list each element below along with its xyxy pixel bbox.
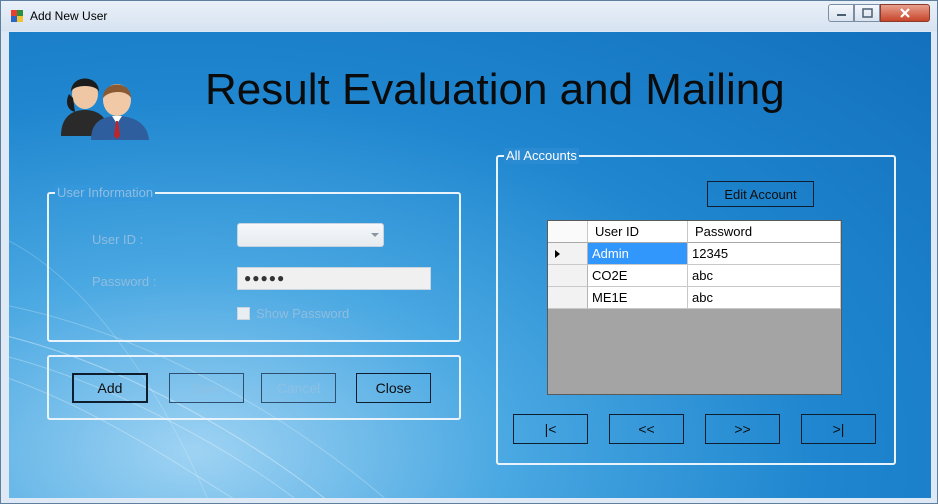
cell-password[interactable]: abc <box>688 265 841 287</box>
cancel-button[interactable]: Cancel <box>261 373 336 403</box>
column-header-password[interactable]: Password <box>688 221 841 243</box>
cell-user-id[interactable]: ME1E <box>588 287 688 309</box>
cell-password[interactable]: abc <box>688 287 841 309</box>
show-password-label: Show Password <box>256 306 350 321</box>
user-id-label: User ID : <box>92 232 144 247</box>
chevron-down-icon <box>371 233 379 237</box>
row-header[interactable] <box>548 265 588 287</box>
client-area: Result Evaluation and Mailing User Infor… <box>9 32 931 498</box>
table-row[interactable]: ME1E abc <box>548 287 841 309</box>
grid-header: User ID Password <box>548 221 841 243</box>
next-record-button[interactable]: >> <box>705 414 780 444</box>
last-record-button[interactable]: >| <box>801 414 876 444</box>
show-password-checkbox[interactable] <box>237 307 250 320</box>
users-icon <box>61 78 149 140</box>
title-bar[interactable]: Add New User <box>1 1 937 31</box>
accounts-grid[interactable]: User ID Password Admin 12345 CO2E abc ME… <box>547 220 842 395</box>
minimize-button[interactable] <box>828 4 854 22</box>
password-input[interactable]: ●●●●● <box>237 267 431 290</box>
cell-password[interactable]: 12345 <box>688 243 841 265</box>
previous-record-button[interactable]: << <box>609 414 684 444</box>
close-window-button[interactable] <box>880 4 930 22</box>
table-row[interactable]: Admin 12345 <box>548 243 841 265</box>
user-id-combobox[interactable] <box>237 223 384 247</box>
password-label: Password : <box>92 274 157 289</box>
row-header[interactable] <box>548 287 588 309</box>
minimize-icon <box>837 14 846 16</box>
close-button[interactable]: Close <box>356 373 431 403</box>
window-title: Add New User <box>30 9 108 23</box>
all-accounts-legend: All Accounts <box>504 148 579 164</box>
cell-user-id[interactable]: Admin <box>588 243 688 265</box>
first-record-button[interactable]: |< <box>513 414 588 444</box>
edit-account-button[interactable]: Edit Account <box>707 181 814 207</box>
row-header[interactable] <box>548 243 588 265</box>
close-icon <box>900 8 910 18</box>
maximize-icon <box>862 8 873 18</box>
user-information-legend: User Information <box>55 185 156 201</box>
table-row[interactable]: CO2E abc <box>548 265 841 287</box>
grid-corner-cell[interactable] <box>548 221 588 243</box>
column-header-user-id[interactable]: User ID <box>588 221 688 243</box>
add-button[interactable]: Add <box>72 373 148 403</box>
add-new-user-window: Add New User Result Evaluation and Maili… <box>0 0 938 504</box>
page-title: Result Evaluation and Mailing <box>205 65 785 114</box>
cell-user-id[interactable]: CO2E <box>588 265 688 287</box>
maximize-button[interactable] <box>854 4 880 22</box>
save-button[interactable]: Save <box>169 373 244 403</box>
current-row-pointer-icon <box>555 250 560 258</box>
app-icon <box>11 10 23 22</box>
